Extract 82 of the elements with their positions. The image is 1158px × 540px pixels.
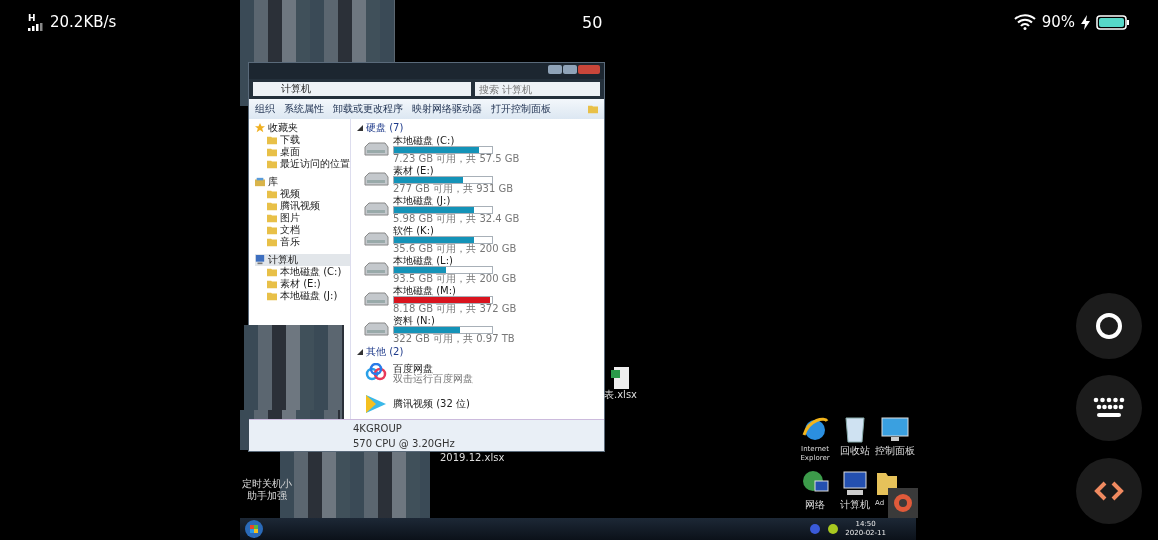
nav-item[interactable]: 素材 (E:) bbox=[267, 278, 350, 290]
view-icon bbox=[588, 104, 598, 114]
item-name[interactable]: 百度网盘 bbox=[393, 364, 473, 374]
item-info: 8.18 GB 可用，共 372 GB bbox=[393, 304, 517, 314]
item-name[interactable]: 素材 (E:) bbox=[393, 166, 514, 176]
nav-item[interactable]: 最近访问的位置 bbox=[267, 158, 350, 170]
toolbar-button[interactable]: 系统属性 bbox=[284, 102, 324, 116]
address-bar[interactable]: 计算机 bbox=[253, 82, 471, 96]
nav-item[interactable]: 计算机 bbox=[255, 254, 350, 266]
wifi-icon bbox=[1013, 14, 1036, 30]
signal-icon bbox=[28, 22, 44, 31]
network-speed: 20.2KB/s bbox=[50, 13, 117, 31]
minimize-button[interactable] bbox=[548, 65, 562, 74]
nav-item[interactable]: 腾讯视频 bbox=[267, 200, 350, 212]
nav-item[interactable]: 桌面 bbox=[267, 146, 350, 158]
nav-item[interactable]: 库 bbox=[255, 176, 350, 188]
charging-bolt-icon bbox=[1081, 14, 1090, 30]
icon-label[interactable]: 计算机 bbox=[840, 499, 870, 510]
hard-drive-icon bbox=[363, 232, 389, 248]
item-name[interactable]: 本地磁盘 (M:) bbox=[393, 286, 517, 296]
toolbar-button[interactable]: 组织 bbox=[255, 102, 275, 116]
item-name[interactable]: 软件 (K:) bbox=[393, 226, 517, 236]
icon-label[interactable]: 回收站 bbox=[840, 445, 870, 456]
start-button[interactable] bbox=[244, 519, 264, 539]
details-text: 4KGROUP bbox=[353, 423, 403, 434]
item-info: 322 GB 可用，共 0.97 TB bbox=[393, 334, 515, 344]
item-name[interactable]: 本地磁盘 (C:) bbox=[393, 136, 520, 146]
star-icon bbox=[255, 123, 265, 133]
file-name[interactable]: 表.xlsx bbox=[604, 389, 637, 401]
nav-item[interactable]: 图片 bbox=[267, 212, 350, 224]
hard-drive-icon bbox=[363, 202, 389, 218]
item-info: 277 GB 可用，共 931 GB bbox=[393, 184, 514, 194]
group-header[interactable]: 硬盘 (7) bbox=[366, 121, 404, 135]
hard-drive-icon bbox=[363, 292, 389, 308]
ring-icon bbox=[1095, 312, 1123, 340]
maximize-button[interactable] bbox=[563, 65, 577, 74]
hard-drive-icon bbox=[363, 172, 389, 188]
collapse-triangle-icon[interactable] bbox=[357, 349, 363, 355]
item-info: 93.5 GB 可用，共 200 GB bbox=[393, 274, 517, 284]
nav-item[interactable]: 文档 bbox=[267, 224, 350, 236]
battery-icon bbox=[1096, 14, 1130, 30]
network-type: H bbox=[28, 13, 36, 23]
hard-drive-icon bbox=[363, 142, 389, 158]
item-name[interactable]: 本地磁盘 (L:) bbox=[393, 256, 517, 266]
toolbar-button[interactable]: 卸载或更改程序 bbox=[333, 102, 403, 116]
details-text: 570 CPU @ 3.20GHz bbox=[353, 438, 456, 449]
collapse-triangle-icon[interactable] bbox=[357, 125, 363, 131]
toolbar-button[interactable]: 打开控制面板 bbox=[491, 102, 551, 116]
globe-e-icon bbox=[801, 415, 829, 443]
spreadsheet-icon bbox=[610, 367, 631, 389]
search-field[interactable]: 搜索 计算机 bbox=[475, 82, 600, 96]
icon-label[interactable]: 网络 bbox=[805, 499, 825, 510]
hard-drive-icon bbox=[363, 262, 389, 278]
nav-item[interactable]: 本地磁盘 (C:) bbox=[267, 266, 350, 278]
tray-icon[interactable] bbox=[827, 523, 840, 535]
item-info: 5.98 GB 可用，共 32.4 GB bbox=[393, 214, 520, 224]
nav-item[interactable]: 本地磁盘 (J:) bbox=[267, 290, 350, 302]
nav-item[interactable]: 收藏夹 bbox=[255, 122, 350, 134]
file-name[interactable]: 2019.12.xlsx bbox=[440, 452, 505, 464]
item-name[interactable]: 本地磁盘 (J:) bbox=[393, 196, 520, 206]
item-info: 7.23 GB 可用，共 57.5 GB bbox=[393, 154, 520, 164]
library-icon bbox=[255, 177, 265, 187]
code-icon bbox=[1094, 480, 1124, 502]
item-info: 双击运行百度网盘 bbox=[393, 374, 473, 384]
item-info: 35.6 GB 可用，共 200 GB bbox=[393, 244, 517, 254]
recycle-bin-icon bbox=[843, 415, 867, 443]
battery-percent: 90% bbox=[1041, 13, 1075, 31]
nav-item[interactable]: 音乐 bbox=[267, 236, 350, 248]
item-name[interactable]: 资料 (N:) bbox=[393, 316, 515, 326]
hard-drive-icon bbox=[363, 322, 389, 338]
computer-icon bbox=[255, 255, 265, 265]
group-header[interactable]: 其他 (2) bbox=[366, 345, 404, 359]
status-time: 50 bbox=[582, 13, 603, 32]
computer-icon bbox=[841, 469, 869, 497]
item-name[interactable]: 腾讯视频 (32 位) bbox=[393, 399, 470, 409]
toolbar-button[interactable]: 映射网络驱动器 bbox=[412, 102, 482, 116]
nav-item[interactable]: 下载 bbox=[267, 134, 350, 146]
keyboard-icon bbox=[1092, 396, 1126, 420]
file-name[interactable]: 定时关机小助手加强 bbox=[240, 478, 294, 502]
icon-label[interactable]: 控制面板 bbox=[875, 445, 915, 456]
control-panel-icon bbox=[881, 415, 909, 443]
nav-item[interactable]: 视频 bbox=[267, 188, 350, 200]
